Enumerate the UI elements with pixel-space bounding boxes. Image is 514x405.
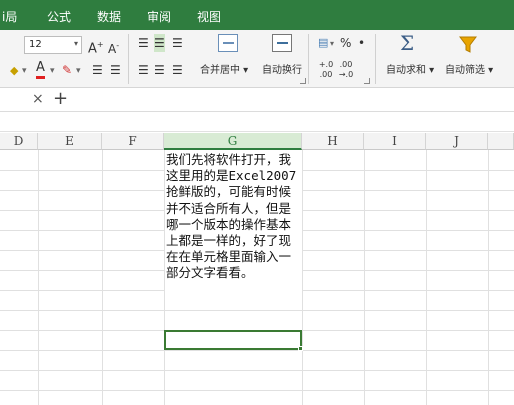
wrap-text-label[interactable]: 自动换行 [262, 61, 302, 76]
autosum-icon[interactable]: Σ [400, 33, 414, 53]
grid-line [302, 250, 514, 251]
align-right-icon[interactable]: ☰ [172, 61, 183, 79]
menu-data[interactable]: 数据 [97, 8, 121, 25]
new-tab-icon[interactable]: + [53, 88, 68, 109]
grid-line [0, 370, 514, 371]
fill-color-icon[interactable]: ◆ [10, 62, 18, 80]
fill-handle[interactable] [298, 346, 303, 351]
menu-formulas[interactable]: 公式 [47, 8, 71, 25]
column-header-d[interactable]: D [0, 133, 38, 150]
autofilter-label[interactable]: 自动筛选 ▾ [445, 61, 493, 76]
number-launcher[interactable] [364, 78, 370, 84]
align-center-icon[interactable]: ☰ [154, 61, 165, 79]
grid-line [302, 150, 303, 405]
ribbon: 12 ▾ A+ A- ◆ ▾ A ▾ ✎ ▾ ☰ ☰ ☰ ☰ ☰ ☰ ☰ ☰ 合… [0, 30, 514, 88]
percent-button[interactable]: % [340, 34, 351, 52]
grid-line [0, 350, 514, 351]
grid-line [0, 210, 164, 211]
formula-bar[interactable] [0, 112, 514, 132]
grid-line [0, 270, 164, 271]
grid-line [302, 290, 514, 291]
funnel-icon[interactable] [459, 36, 477, 57]
shrink-font-button[interactable]: A- [108, 37, 119, 58]
grid-line [102, 150, 103, 405]
column-header-h[interactable]: H [302, 133, 364, 150]
divider [308, 34, 309, 84]
menu-view[interactable]: 视图 [197, 8, 221, 25]
align-left-icon[interactable]: ☰ [138, 61, 149, 79]
align-middle-icon[interactable]: ☰ [154, 34, 165, 52]
merge-center-icon[interactable] [218, 34, 238, 52]
comma-button[interactable]: • [358, 34, 365, 52]
close-tab-icon[interactable]: × [32, 91, 44, 107]
menu-bar: i局 公式 数据 审阅 视图 [0, 0, 514, 30]
grid-line [302, 230, 514, 231]
grid-line [302, 170, 514, 171]
increase-decimal-button[interactable]: +.0.00 [318, 60, 334, 80]
grid-line [0, 290, 164, 291]
autosum-label[interactable]: 自动求和 ▾ [386, 61, 434, 76]
grid-line [302, 270, 514, 271]
column-header-e[interactable]: E [38, 133, 102, 150]
indent-increase-icon[interactable]: ☰ [110, 61, 121, 79]
divider [128, 34, 129, 84]
merge-center-label[interactable]: 合并居中 ▾ [200, 61, 248, 76]
chevron-down-icon: ▾ [73, 39, 78, 48]
menu-review[interactable]: 审阅 [147, 8, 171, 25]
menu-page-layout[interactable]: i局 [2, 8, 17, 25]
clear-format-icon[interactable]: ✎ [62, 61, 72, 79]
grid-line [0, 390, 514, 391]
grid-line [38, 150, 39, 405]
indent-decrease-icon[interactable]: ☰ [92, 61, 103, 79]
font-size-value: 12 [29, 39, 42, 50]
column-header-j[interactable]: J [426, 133, 488, 150]
column-header-i[interactable]: I [364, 133, 426, 150]
grid-line [302, 210, 514, 211]
chevron-down-icon[interactable]: ▾ [330, 35, 334, 53]
align-top-icon[interactable]: ☰ [138, 34, 149, 52]
chevron-down-icon[interactable]: ▾ [22, 62, 27, 80]
column-header-f[interactable]: F [102, 133, 164, 150]
divider [375, 34, 376, 84]
grid-line [426, 150, 427, 405]
grid-line [164, 150, 165, 405]
grid-line [488, 150, 489, 405]
chevron-down-icon[interactable]: ▾ [76, 62, 81, 80]
grid-line [0, 250, 164, 251]
chevron-down-icon[interactable]: ▾ [50, 62, 55, 80]
grid-line [302, 190, 514, 191]
decrease-decimal-button[interactable]: .00 →.0 [338, 60, 354, 80]
font-color-icon[interactable]: A [36, 60, 45, 79]
selected-cell[interactable] [164, 330, 302, 350]
grid-line [0, 230, 164, 231]
column-header-k[interactable] [488, 133, 514, 150]
grow-font-button[interactable]: A+ [88, 36, 104, 58]
currency-icon[interactable]: ▤ [318, 34, 328, 52]
font-size-select[interactable]: 12 ▾ [24, 36, 82, 54]
grid-line [0, 170, 164, 171]
cell-g-text[interactable]: 我们先将软件打开，我这里用的是Excel2007抢鲜版的，可能有时候并不适合所有… [166, 152, 300, 282]
wrap-text-icon[interactable] [272, 34, 292, 52]
column-header-g[interactable]: G [164, 133, 302, 150]
grid-line [0, 310, 514, 311]
document-tab-row: × + [0, 88, 514, 112]
align-bottom-icon[interactable]: ☰ [172, 34, 183, 52]
grid-line [364, 150, 365, 405]
alignment-launcher[interactable] [300, 78, 306, 84]
grid-line [0, 190, 164, 191]
